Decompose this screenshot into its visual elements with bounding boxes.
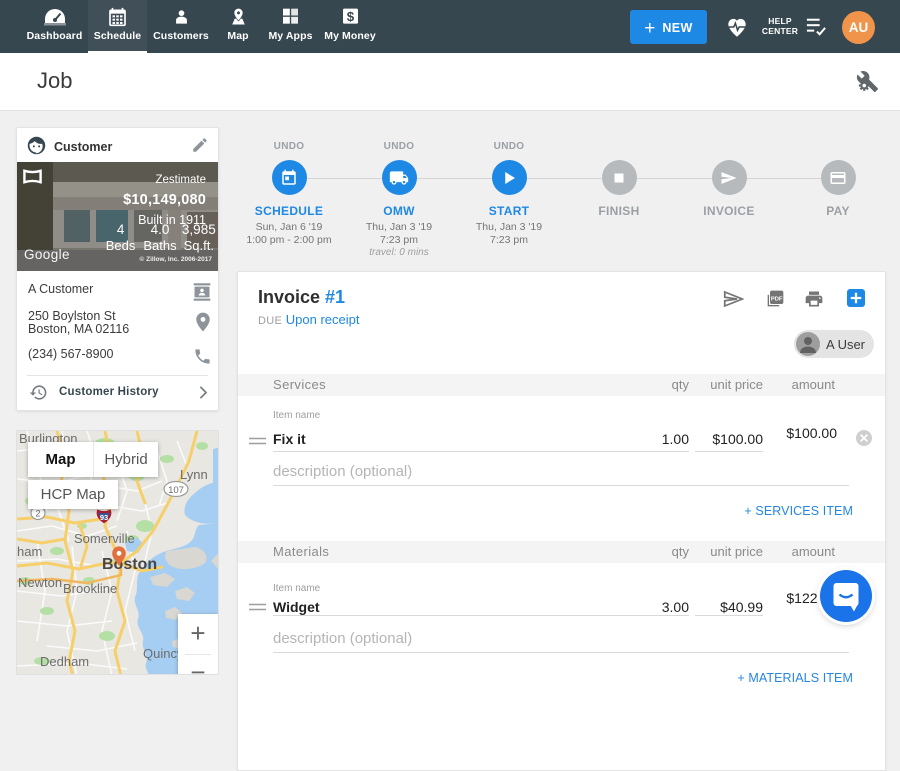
svg-text:Lynn: Lynn	[180, 467, 208, 482]
svg-text:107: 107	[168, 485, 184, 496]
svg-text:ham: ham	[17, 544, 42, 559]
svg-text:Brookline: Brookline	[63, 581, 117, 596]
svg-text:$: $	[346, 9, 354, 24]
svg-text:2: 2	[35, 509, 40, 519]
svg-text:Newton: Newton	[18, 575, 62, 590]
svg-text:PDF: PDF	[771, 296, 783, 302]
svg-text:Boston: Boston	[102, 556, 157, 573]
svg-text:Somerville: Somerville	[74, 531, 135, 546]
svg-text:93: 93	[100, 513, 108, 522]
svg-text:Dedham: Dedham	[40, 654, 89, 669]
